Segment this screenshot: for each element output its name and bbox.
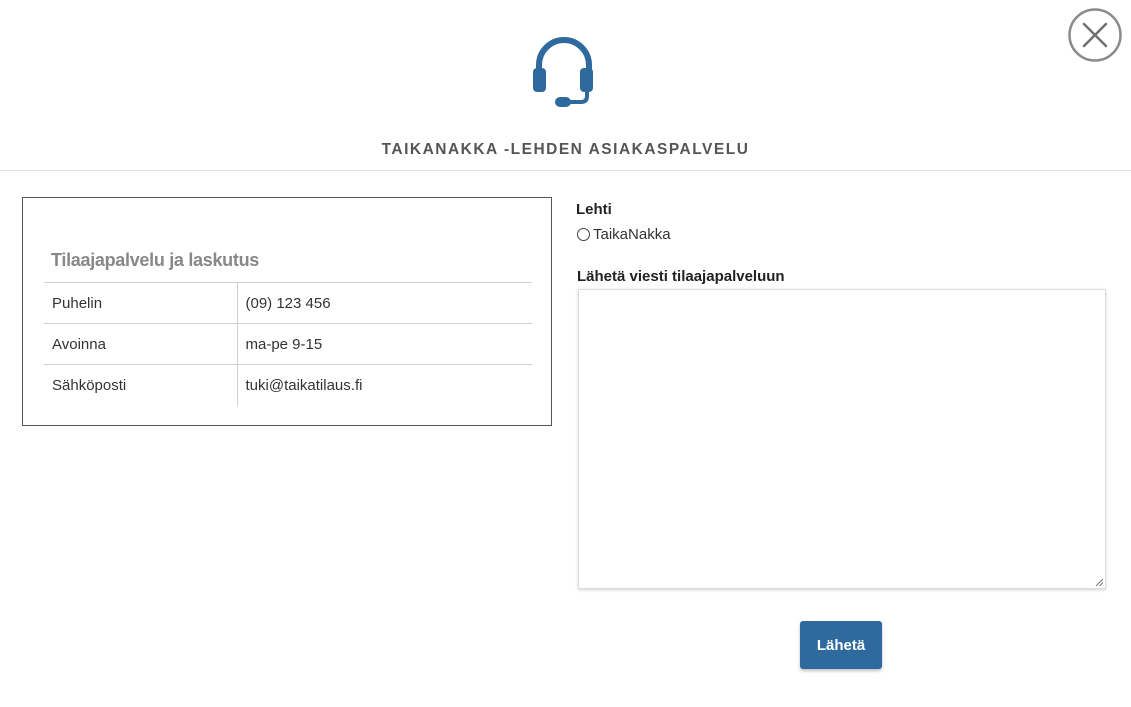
magazine-option-label: TaikaNakka [593, 226, 671, 243]
phone-label: Puhelin [44, 282, 238, 324]
resize-grip-icon[interactable] [1094, 577, 1104, 587]
headset-icon [529, 30, 599, 110]
close-button[interactable] [1068, 8, 1123, 63]
table-row: Sähköposti tuki@taikatilaus.fi [44, 364, 532, 406]
header-divider [0, 170, 1131, 171]
phone-value: (09) 123 456 [245, 294, 331, 312]
modal-title: TAIKANAKKA -LEHDEN ASIAKASPALVELU [381, 141, 750, 158]
close-icon [1068, 8, 1122, 62]
contact-info-card: Tilaajapalvelu ja laskutus Puhelin (09) … [22, 197, 552, 426]
message-label: Lähetä viesti tilaajapalveluun [577, 268, 785, 285]
contact-info-table: Puhelin (09) 123 456 Avoinna ma-pe 9-15 … [44, 282, 532, 406]
magazine-option-taikanakka[interactable]: TaikaNakka [577, 226, 671, 243]
table-row: Avoinna ma-pe 9-15 [44, 323, 532, 365]
contact-card-title: Tilaajapalvelu ja laskutus [51, 250, 259, 270]
message-textarea[interactable] [578, 289, 1106, 589]
table-row: Puhelin (09) 123 456 [44, 282, 532, 324]
hours-label: Avoinna [44, 323, 238, 365]
send-button[interactable]: Lähetä [800, 621, 882, 669]
email-label: Sähköposti [44, 364, 238, 406]
email-value: tuki@taikatilaus.fi [245, 376, 363, 394]
radio-button[interactable] [577, 228, 590, 241]
customer-service-modal: TAIKANAKKA -LEHDEN ASIAKASPALVELU Tilaaj… [0, 0, 1131, 707]
hours-value: ma-pe 9-15 [245, 335, 323, 353]
magazine-label: Lehti [576, 201, 612, 218]
